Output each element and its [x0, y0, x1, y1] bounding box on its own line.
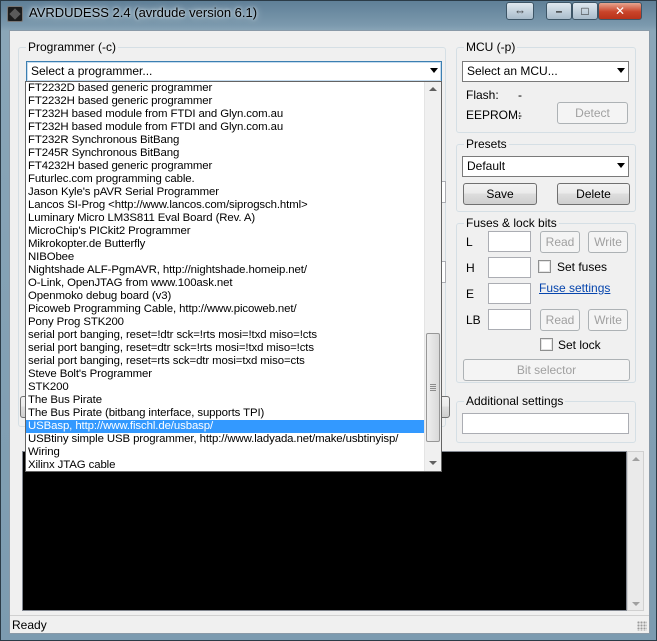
programmer-option[interactable]: Futurlec.com programming cable. [26, 173, 425, 186]
resize-grip-icon[interactable] [637, 621, 647, 631]
delete-preset-button[interactable]: Delete [557, 183, 630, 205]
programmer-option[interactable]: Jason Kyle's pAVR Serial Programmer [26, 186, 425, 199]
scroll-up-icon[interactable] [632, 457, 640, 461]
flash-label: Flash: [466, 88, 499, 102]
bit-selector-button[interactable]: Bit selector [463, 359, 630, 381]
fuses-group-label: Fuses & lock bits [464, 216, 559, 230]
status-bar: Ready [10, 615, 649, 633]
console-scrollbar[interactable] [627, 451, 644, 611]
minimize-button[interactable]: – [546, 2, 572, 20]
scroll-up-icon[interactable] [429, 87, 437, 91]
programmer-options: FT2232D based generic programmer FT2232H … [26, 82, 425, 471]
scroll-down-icon[interactable] [429, 461, 437, 465]
lock-lb-input[interactable] [488, 309, 531, 330]
programmer-option[interactable]: Openmoko debug board (v3) [26, 290, 425, 303]
programmer-option[interactable]: O-Link, OpenJTAG from www.100ask.net [26, 277, 425, 290]
programmer-dropdown-list[interactable]: FT2232D based generic programmer FT2232H … [25, 81, 442, 472]
fuse-l-input[interactable] [488, 231, 531, 252]
presets-group-label: Presets [464, 137, 509, 151]
programmer-option[interactable]: Wiring [26, 446, 425, 459]
maximize-button[interactable]: □ [572, 2, 598, 20]
dropdown-scrollbar[interactable] [424, 82, 441, 471]
mcu-select[interactable]: Select an MCU... [462, 61, 629, 82]
programmer-option[interactable]: Mikrokopter.de Butterfly [26, 238, 425, 251]
programmer-option[interactable]: MicroChip's PICkit2 Programmer [26, 225, 425, 238]
mcu-select-value: Select an MCU... [467, 64, 558, 78]
programmer-option[interactable]: serial port banging, reset=rts sck=dtr m… [26, 355, 425, 368]
fuse-settings-link[interactable]: Fuse settings [539, 281, 610, 295]
status-text: Ready [12, 618, 47, 632]
programmer-option[interactable]: Luminary Micro LM3S811 Eval Board (Rev. … [26, 212, 425, 225]
save-preset-button[interactable]: Save [463, 183, 537, 205]
programmer-option[interactable]: NIBObee [26, 251, 425, 264]
fuse-write-button[interactable]: Write [588, 231, 628, 253]
scroll-thumb[interactable] [426, 333, 440, 442]
fuse-e-label: E [466, 287, 475, 301]
eeprom-value: - [518, 108, 522, 122]
programmer-option[interactable]: The Bus Pirate [26, 394, 425, 407]
app-icon [7, 6, 23, 22]
console-output[interactable] [22, 451, 627, 611]
additional-settings-label: Additional settings [464, 394, 566, 408]
fuse-e-input[interactable] [488, 283, 531, 304]
programmer-option[interactable]: Nightshade ALF-PgmAVR, http://nightshade… [26, 264, 425, 277]
presets-select[interactable]: Default [462, 156, 629, 177]
programmer-option[interactable]: FT245R Synchronous BitBang [26, 147, 425, 160]
programmer-option[interactable]: FT4232H based generic programmer [26, 160, 425, 173]
window-title: AVRDUDESS 2.4 (avrdude version 6.1) [29, 5, 258, 20]
lock-read-button[interactable]: Read [540, 309, 580, 331]
programmer-option[interactable]: Lancos SI-Prog <http://www.lancos.com/si… [26, 199, 425, 212]
eeprom-label: EEPROM: [466, 108, 522, 122]
programmer-option[interactable]: FT2232H based generic programmer [26, 95, 425, 108]
chevron-down-icon [430, 68, 438, 73]
programmer-option[interactable]: serial port banging, reset=dtr sck=!rts … [26, 342, 425, 355]
detect-button[interactable]: Detect [557, 102, 628, 124]
programmer-option[interactable]: Steve Bolt's Programmer [26, 368, 425, 381]
resize-icon[interactable]: ⇔ [506, 2, 534, 20]
title-bar[interactable]: AVRDUDESS 2.4 (avrdude version 6.1) ⇔ – … [1, 1, 656, 27]
programmer-option[interactable]: FT232R Synchronous BitBang [26, 134, 425, 147]
programmer-select[interactable]: Select a programmer... [26, 61, 442, 82]
set-lock-checkbox[interactable] [540, 338, 553, 351]
programmer-option[interactable]: USBasp, http://www.fischl.de/usbasp/ [26, 420, 425, 433]
fuse-lb-label: LB [466, 313, 481, 327]
additional-settings-input[interactable] [462, 413, 629, 434]
set-fuses-checkbox[interactable] [538, 260, 551, 273]
fuse-l-label: L [466, 235, 473, 249]
programmer-option[interactable]: serial port banging, reset=!dtr sck=!rts… [26, 329, 425, 342]
programmer-option[interactable]: The Bus Pirate (bitbang interface, suppo… [26, 407, 425, 420]
fuse-h-input[interactable] [488, 257, 531, 278]
programmer-option[interactable]: Xilinx JTAG cable [26, 459, 425, 471]
presets-select-value: Default [467, 159, 506, 173]
programmer-option[interactable]: FT232H based module from FTDI and Glyn.c… [26, 108, 425, 121]
programmer-option[interactable]: USBtiny simple USB programmer, http://ww… [26, 433, 425, 446]
close-button[interactable]: ✕ [598, 2, 642, 20]
programmer-option[interactable]: FT2232D based generic programmer [26, 82, 425, 95]
scroll-down-icon[interactable] [632, 602, 640, 606]
programmer-group-label: Programmer (-c) [26, 40, 119, 54]
app-window: AVRDUDESS 2.4 (avrdude version 6.1) ⇔ – … [0, 0, 657, 641]
programmer-option[interactable]: FT232H based module from FTDI and Glyn.c… [26, 121, 425, 134]
set-lock-label: Set lock [558, 338, 601, 352]
fuse-h-label: H [466, 261, 475, 275]
programmer-option[interactable]: Pony Prog STK200 [26, 316, 425, 329]
programmer-select-value: Select a programmer... [31, 64, 153, 78]
chevron-down-icon [617, 163, 625, 168]
flash-value: - [518, 88, 522, 102]
programmer-option[interactable]: Picoweb Programming Cable, http://www.pi… [26, 303, 425, 316]
set-fuses-label: Set fuses [557, 260, 608, 274]
chevron-down-icon [617, 68, 625, 73]
programmer-option[interactable]: STK200 [26, 381, 425, 394]
mcu-group-label: MCU (-p) [464, 40, 518, 54]
fuse-read-button[interactable]: Read [540, 231, 580, 253]
lock-write-button[interactable]: Write [588, 309, 628, 331]
